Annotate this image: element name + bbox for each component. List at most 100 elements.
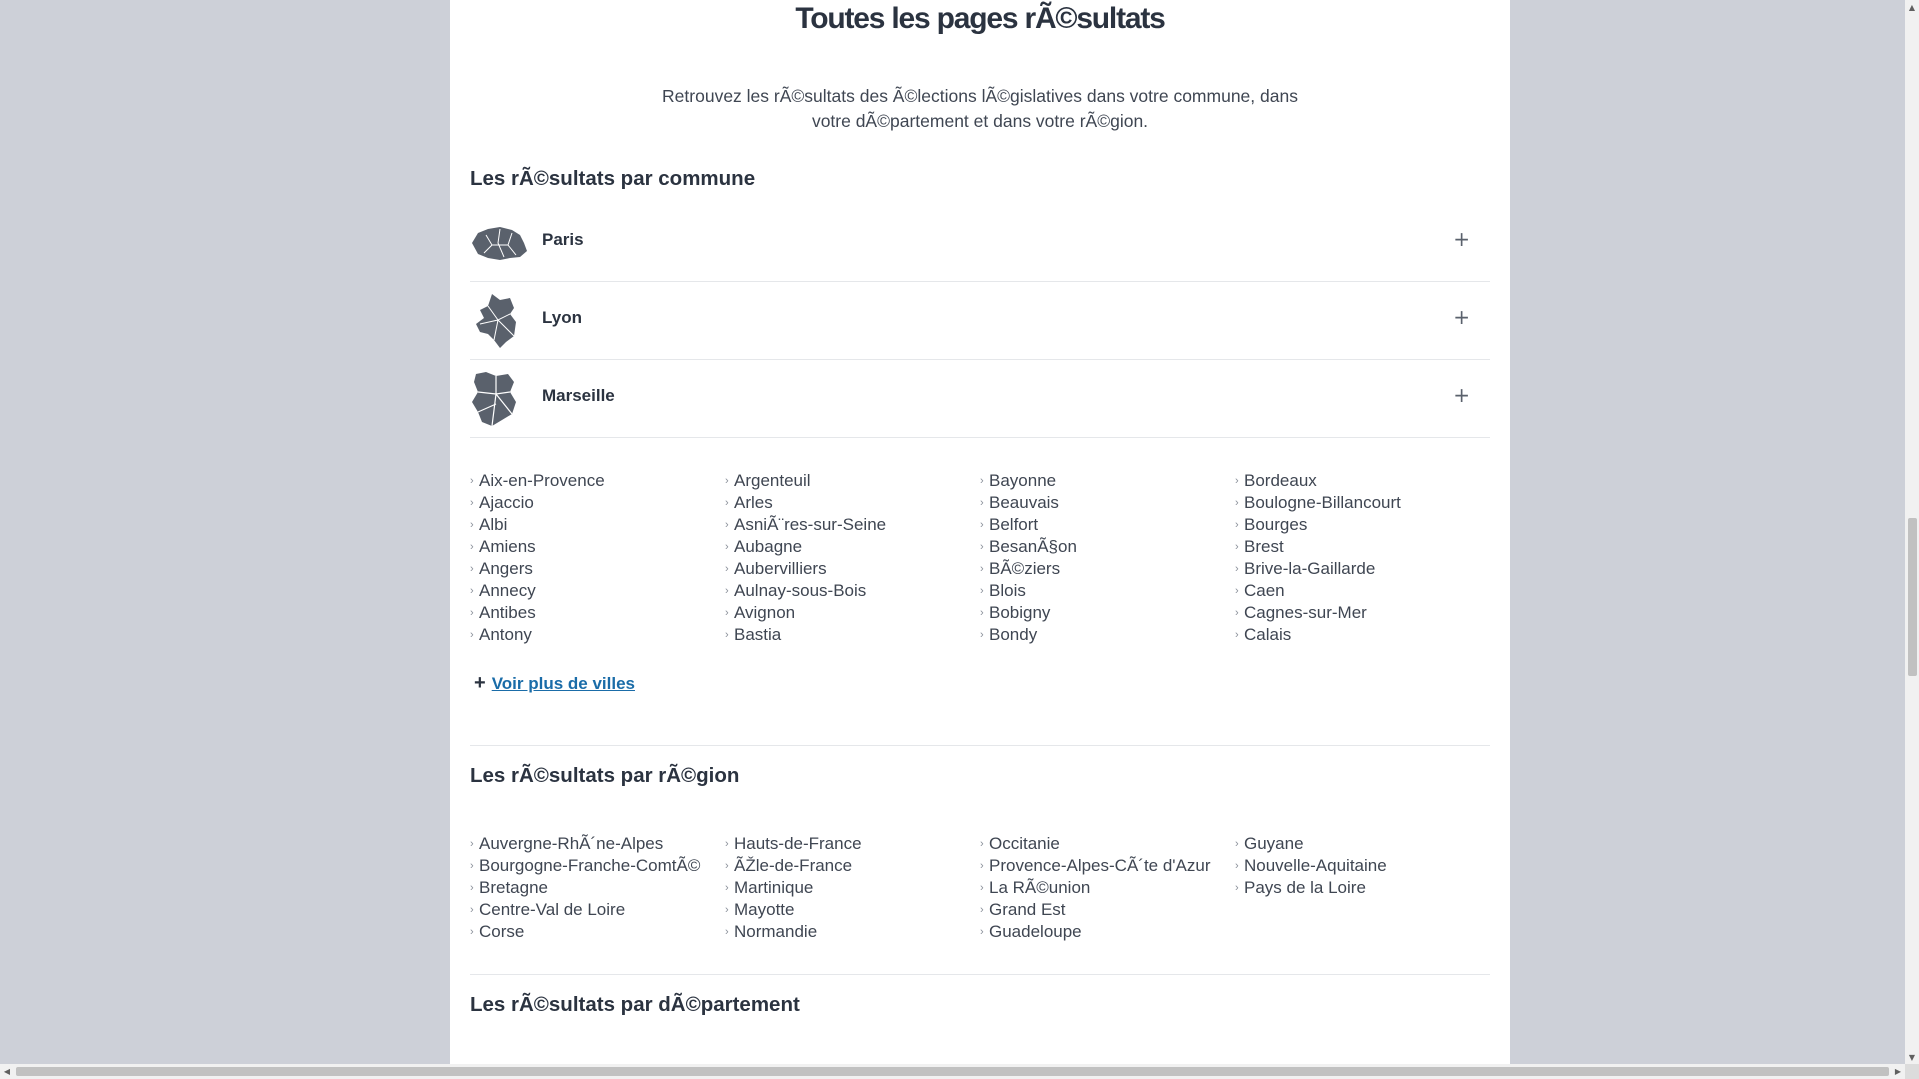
region-section-title: Les rÃ©sultats par rÃ©gion bbox=[470, 764, 740, 787]
scroll-right-arrow-icon[interactable]: ▶ bbox=[1891, 1066, 1905, 1078]
city-link[interactable]: › Bayonne bbox=[980, 470, 1235, 492]
city-link[interactable]: › Avignon bbox=[725, 602, 980, 624]
accordion-marseille[interactable]: Marseille + bbox=[470, 359, 1490, 438]
city-link[interactable]: › Beauvais bbox=[980, 492, 1235, 514]
region-link[interactable]: › Guyane bbox=[1235, 833, 1490, 855]
city-link-label: Brive-la-Gaillarde bbox=[1244, 559, 1376, 578]
chevron-right-icon: › bbox=[1235, 882, 1239, 894]
departement-section-title: Les rÃ©sultats par dÃ©partement bbox=[470, 993, 800, 1016]
city-link-label: Ajaccio bbox=[479, 493, 534, 512]
chevron-right-icon: › bbox=[725, 882, 729, 894]
accordion-lyon[interactable]: Lyon + bbox=[470, 281, 1490, 360]
region-link[interactable]: › Grand Est bbox=[980, 899, 1235, 921]
city-link[interactable]: › Belfort bbox=[980, 514, 1235, 536]
horizontal-scroll-thumb[interactable] bbox=[16, 1067, 1889, 1076]
chevron-right-icon: › bbox=[1235, 629, 1239, 641]
city-link-label: Arles bbox=[734, 493, 773, 512]
region-link[interactable]: › Centre-Val de Loire bbox=[470, 899, 725, 921]
chevron-right-icon: › bbox=[1235, 860, 1239, 872]
city-link[interactable]: › Cagnes-sur-Mer bbox=[1235, 602, 1490, 624]
city-link[interactable]: › Boulogne-Billancourt bbox=[1235, 492, 1490, 514]
region-link[interactable]: › Martinique bbox=[725, 877, 980, 899]
city-link[interactable]: › Brest bbox=[1235, 536, 1490, 558]
chevron-right-icon: › bbox=[1235, 585, 1239, 597]
region-link[interactable]: › Bourgogne-Franche-ComtÃ© bbox=[470, 855, 725, 877]
region-link-label: La RÃ©union bbox=[989, 878, 1091, 897]
expand-icon[interactable]: + bbox=[1453, 383, 1470, 407]
paris-map-icon bbox=[472, 227, 527, 260]
scroll-down-arrow-icon[interactable]: ▼ bbox=[1905, 1052, 1919, 1064]
city-link-label: Annecy bbox=[479, 581, 536, 600]
region-link-label: Guyane bbox=[1244, 834, 1304, 853]
chevron-right-icon: › bbox=[1235, 497, 1239, 509]
city-link[interactable]: › Bobigny bbox=[980, 602, 1235, 624]
city-link-label: Bourges bbox=[1244, 515, 1308, 534]
city-link[interactable]: › Bondy bbox=[980, 624, 1235, 646]
scroll-up-arrow-icon[interactable]: ▲ bbox=[1905, 2, 1919, 14]
accordion-paris[interactable]: Paris + bbox=[470, 203, 1490, 282]
city-link[interactable]: › Brive-la-Gaillarde bbox=[1235, 558, 1490, 580]
region-link[interactable]: › Auvergne-RhÃ´ne-Alpes bbox=[470, 833, 725, 855]
city-link[interactable]: › Annecy bbox=[470, 580, 725, 602]
city-link[interactable]: › Albi bbox=[470, 514, 725, 536]
city-link[interactable]: › Argenteuil bbox=[725, 470, 980, 492]
region-link-label: Guadeloupe bbox=[989, 922, 1082, 941]
city-link[interactable]: › AsniÃ¨res-sur-Seine bbox=[725, 514, 980, 536]
city-link[interactable]: › Bourges bbox=[1235, 514, 1490, 536]
city-link-label: BesanÃ§on bbox=[989, 537, 1077, 556]
city-link[interactable]: › Bastia bbox=[725, 624, 980, 646]
city-link[interactable]: › Calais bbox=[1235, 624, 1490, 646]
chevron-right-icon: › bbox=[1235, 563, 1239, 575]
city-link[interactable]: › Amiens bbox=[470, 536, 725, 558]
city-link[interactable]: › Antibes bbox=[470, 602, 725, 624]
city-link[interactable]: › Antony bbox=[470, 624, 725, 646]
city-link[interactable]: › Arles bbox=[725, 492, 980, 514]
region-link[interactable]: › Provence-Alpes-CÃ´te d'Azur bbox=[980, 855, 1235, 877]
city-link[interactable]: › BesanÃ§on bbox=[980, 536, 1235, 558]
city-link-label: Belfort bbox=[989, 515, 1039, 534]
scroll-left-arrow-icon[interactable]: ◀ bbox=[0, 1066, 14, 1078]
expand-icon[interactable]: + bbox=[1453, 227, 1470, 251]
region-link[interactable]: › Hauts-de-France bbox=[725, 833, 980, 855]
region-link[interactable]: › ÃŽle-de-France bbox=[725, 855, 980, 877]
chevron-right-icon: › bbox=[725, 475, 729, 487]
region-link[interactable]: › Pays de la Loire bbox=[1235, 877, 1490, 899]
region-link-label: Centre-Val de Loire bbox=[479, 900, 626, 919]
city-link-label: Caen bbox=[1244, 581, 1285, 600]
city-link[interactable]: › Blois bbox=[980, 580, 1235, 602]
expand-icon[interactable]: + bbox=[1453, 305, 1470, 329]
chevron-right-icon: › bbox=[980, 860, 984, 872]
chevron-right-icon: › bbox=[470, 607, 474, 619]
horizontal-scrollbar[interactable]: ◀ ▶ bbox=[0, 1064, 1905, 1079]
marseille-map-icon bbox=[472, 372, 516, 427]
scrollbar-corner bbox=[1905, 1064, 1919, 1079]
region-link[interactable]: › Guadeloupe bbox=[980, 921, 1235, 943]
region-link[interactable]: › La RÃ©union bbox=[980, 877, 1235, 899]
city-link[interactable]: › Aix-en-Provence bbox=[470, 470, 725, 492]
city-link[interactable]: › Bordeaux bbox=[1235, 470, 1490, 492]
city-link-label: Boulogne-Billancourt bbox=[1244, 493, 1401, 512]
city-link[interactable]: › Angers bbox=[470, 558, 725, 580]
region-link[interactable]: › Occitanie bbox=[980, 833, 1235, 855]
city-link[interactable]: › BÃ©ziers bbox=[980, 558, 1235, 580]
region-link[interactable]: › Corse bbox=[470, 921, 725, 943]
region-link[interactable]: › Mayotte bbox=[725, 899, 980, 921]
region-link[interactable]: › Normandie bbox=[725, 921, 980, 943]
city-link[interactable]: › Aulnay-sous-Bois bbox=[725, 580, 980, 602]
chevron-right-icon: › bbox=[725, 563, 729, 575]
city-link[interactable]: › Ajaccio bbox=[470, 492, 725, 514]
city-link[interactable]: › Aubervilliers bbox=[725, 558, 980, 580]
see-more-cities-label[interactable]: Voir plus de villes bbox=[492, 674, 635, 694]
city-link-label: BÃ©ziers bbox=[989, 559, 1061, 578]
region-link[interactable]: › Bretagne bbox=[470, 877, 725, 899]
region-link-label: Mayotte bbox=[734, 900, 795, 919]
region-link[interactable]: › Nouvelle-Aquitaine bbox=[1235, 855, 1490, 877]
city-link[interactable]: › Aubagne bbox=[725, 536, 980, 558]
vertical-scroll-thumb[interactable] bbox=[1908, 518, 1917, 676]
chevron-right-icon: › bbox=[725, 926, 729, 938]
city-link[interactable]: › Caen bbox=[1235, 580, 1490, 602]
city-link-label: Aulnay-sous-Bois bbox=[734, 581, 867, 600]
vertical-scrollbar[interactable]: ▲ ▼ bbox=[1905, 0, 1919, 1079]
see-more-cities-link[interactable]: + Voir plus de villes bbox=[474, 672, 635, 695]
chevron-right-icon: › bbox=[980, 882, 984, 894]
